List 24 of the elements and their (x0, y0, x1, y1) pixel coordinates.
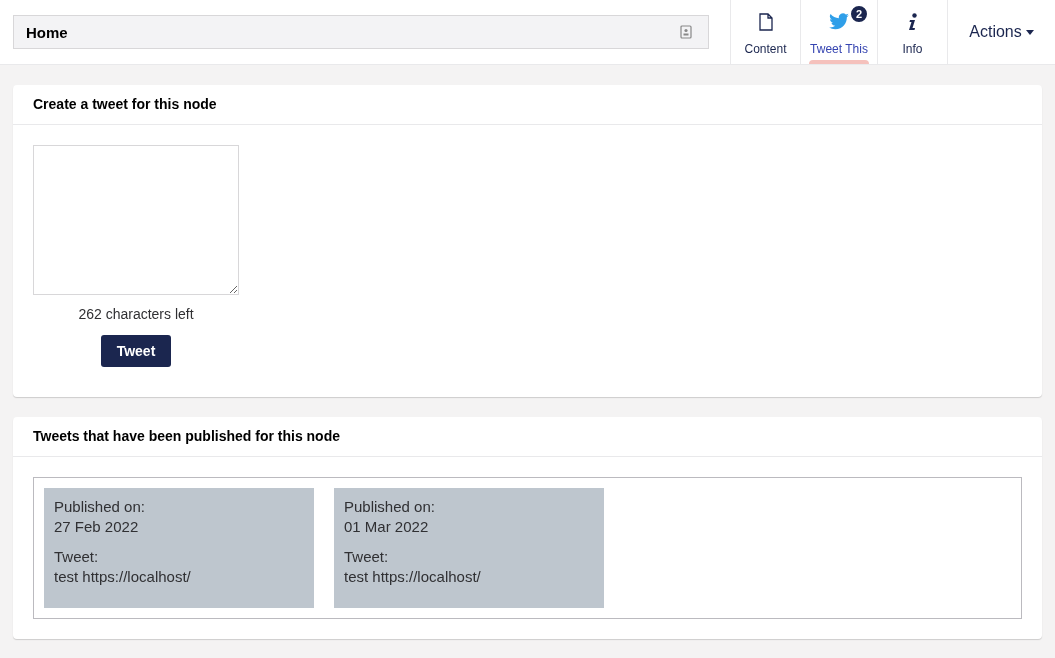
tweet-text: test https://localhost/ (54, 567, 192, 587)
tweet-button[interactable]: Tweet (101, 335, 171, 367)
editor-tab[interactable]: Content (730, 0, 800, 64)
characters-left-text: 262 characters left (78, 305, 194, 324)
count-badge: 2 (849, 4, 869, 24)
published-label: Published on: (54, 497, 146, 517)
name-field[interactable]: Home (13, 15, 709, 49)
document-icon (758, 13, 773, 31)
actions-button[interactable]: Actions (947, 0, 1055, 64)
caret-icon (1025, 29, 1034, 35)
info-icon (907, 13, 918, 31)
tweet-text-area[interactable] (33, 145, 239, 295)
id-card-icon (680, 25, 692, 39)
editor-tab[interactable]: Info (877, 0, 947, 64)
published-label: Published on: (344, 497, 436, 517)
published-date: 01 Mar 2022 (344, 517, 430, 537)
tweet-label: Tweet: (344, 547, 390, 567)
editor-tab[interactable]: Tweet This 2 (800, 0, 877, 64)
bird-icon (828, 13, 850, 31)
panel-title: Tweets that have been published for this node (33, 427, 340, 446)
tweet-label: Tweet: (54, 547, 100, 567)
panel-title: Create a tweet for this node (33, 95, 217, 114)
published-date: 27 Feb 2022 (54, 517, 140, 537)
tweet-text: test https://localhost/ (344, 567, 482, 587)
